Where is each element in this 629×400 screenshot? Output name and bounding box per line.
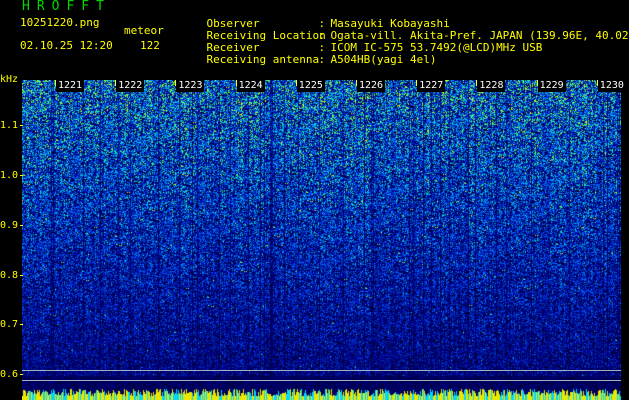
- filename-label: 10251220.png: [20, 16, 100, 29]
- spectrogram-image: [22, 80, 621, 400]
- freq-tick-label: 0.9: [0, 220, 19, 231]
- freq-tick-label: 0.6: [0, 369, 19, 380]
- freq-unit-label: kHz: [0, 74, 19, 85]
- time-tick-mark: [295, 80, 297, 86]
- time-tick-mark: [55, 80, 56, 86]
- antenna-label: Receiving antenna: [206, 53, 320, 66]
- freq-tick-mark: [20, 324, 23, 325]
- time-tick-label: 1224: [236, 80, 265, 92]
- app-title: HROFFT: [22, 0, 111, 14]
- time-tick-mark: [356, 80, 357, 86]
- time-tick-mark: [416, 80, 418, 86]
- freq-tick-mark: [20, 125, 23, 126]
- antenna-sep: :: [318, 53, 326, 66]
- antenna-row: Receiving antenna: A504HB(yagi 4el): [180, 40, 437, 79]
- time-tick-label: 1228: [477, 80, 506, 92]
- freq-tick-mark: [20, 175, 23, 176]
- freq-tick-label: 1.0: [0, 170, 19, 181]
- time-tick-mark: [175, 80, 177, 86]
- time-tick-label: 1230: [597, 80, 626, 92]
- time-tick-label: 1225: [296, 80, 325, 92]
- count-label: 122: [140, 39, 160, 52]
- freq-tick-mark: [20, 225, 23, 226]
- freq-tick-mark: [20, 275, 23, 276]
- mode-label: meteor: [124, 24, 164, 37]
- time-tick-label: 1222: [116, 80, 145, 92]
- freq-tick-mark: [20, 374, 23, 375]
- time-tick-label: 1227: [417, 80, 446, 92]
- time-tick-label: 1226: [357, 80, 386, 92]
- freq-tick-label: 0.8: [0, 270, 19, 281]
- time-tick-label: 1223: [176, 80, 205, 92]
- reference-line-lower: [22, 380, 621, 381]
- time-tick-label: 1221: [56, 80, 85, 92]
- datetime-label: 02.10.25 12:20: [20, 39, 113, 52]
- time-tick-label: 1229: [537, 80, 566, 92]
- time-tick-mark: [115, 80, 117, 86]
- time-tick-mark: [235, 80, 237, 86]
- antenna-value: A504HB(yagi 4el): [330, 53, 437, 66]
- spectrogram: [22, 80, 621, 400]
- freq-tick-label: 0.7: [0, 319, 19, 330]
- reference-line-upper: [22, 370, 621, 371]
- time-tick-mark: [536, 80, 538, 86]
- freq-tick-label: 1.1: [0, 120, 19, 131]
- time-tick-mark: [476, 80, 478, 86]
- time-tick-mark: [596, 80, 598, 86]
